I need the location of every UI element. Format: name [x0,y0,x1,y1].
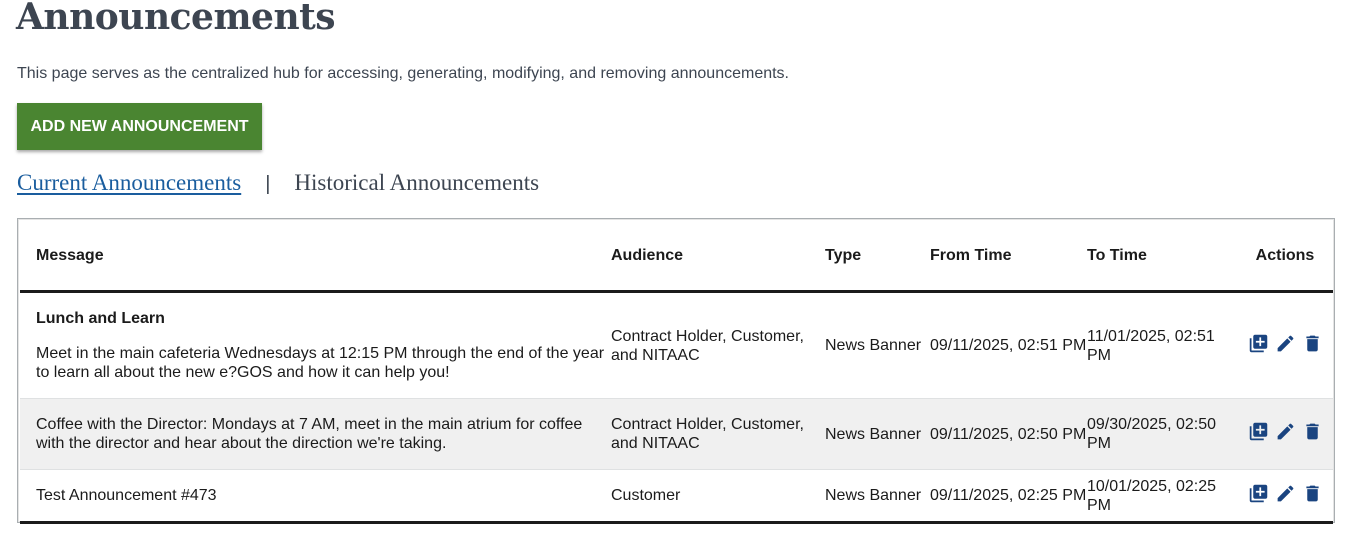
pencil-icon[interactable] [1275,421,1296,442]
table-row: Lunch and Learn Meet in the main cafeter… [20,292,1333,399]
header-to-time: To Time [1087,221,1237,293]
header-message: Message [20,221,611,293]
add-to-library-icon[interactable] [1248,333,1269,354]
add-to-library-icon[interactable] [1248,421,1269,442]
audience-cell: Customer [611,469,825,524]
message-cell: Coffee with the Director: Mondays at 7 A… [20,398,611,470]
from-time-cell: 09/11/2025, 02:50 PM [930,398,1087,470]
actions-cell [1237,469,1333,524]
trash-icon[interactable] [1302,333,1323,354]
pencil-icon[interactable] [1275,333,1296,354]
from-time-cell: 09/11/2025, 02:25 PM [930,469,1087,524]
table-row: Test Announcement #473 Customer News Ban… [20,469,1333,524]
to-time-cell: 10/01/2025, 02:25 PM [1087,469,1237,524]
actions-cell [1237,398,1333,470]
message-cell: Test Announcement #473 [20,469,611,524]
header-audience: Audience [611,221,825,293]
trash-icon[interactable] [1302,421,1323,442]
actions-cell [1237,292,1333,399]
trash-icon[interactable] [1302,483,1323,504]
tab-separator: | [265,173,271,195]
header-type: Type [825,221,930,293]
tab-current-announcements[interactable]: Current Announcements [17,170,241,196]
table-header-row: Message Audience Type From Time To Time … [20,221,1333,293]
type-cell: News Banner [825,337,922,354]
header-from-time: From Time [930,221,1087,293]
audience-cell: Contract Holder, Customer, and NITAAC [611,327,804,364]
tab-historical-announcements[interactable]: Historical Announcements [294,170,539,196]
message-title: Lunch and Learn [36,310,165,327]
add-new-announcement-button[interactable]: ADD NEW ANNOUNCEMENT [17,103,262,150]
message-cell: Lunch and Learn Meet in the main cafeter… [20,292,611,399]
page-title: Announcements [16,0,336,38]
type-cell: News Banner [825,469,930,524]
add-to-library-icon[interactable] [1248,483,1269,504]
page-intro: This page serves as the centralized hub … [17,65,789,82]
table-row: Coffee with the Director: Mondays at 7 A… [20,398,1333,470]
type-cell: News Banner [825,398,930,470]
from-time-cell: 09/11/2025, 02:51 PM [930,337,1087,354]
row-actions [1248,333,1323,354]
pencil-icon[interactable] [1275,483,1296,504]
announcements-table-container: Message Audience Type From Time To Time … [17,218,1335,524]
to-time-cell: 09/30/2025, 02:50 PM [1087,398,1237,470]
announcement-tabs: Current Announcements | Historical Annou… [17,170,539,196]
announcements-table: Message Audience Type From Time To Time … [20,221,1333,524]
message-text: Meet in the main cafeteria Wednesdays at… [36,345,605,381]
to-time-cell: 11/01/2025, 02:51 PM [1087,327,1215,364]
row-actions [1248,421,1323,442]
row-actions [1248,483,1323,504]
header-actions: Actions [1237,221,1333,293]
audience-cell: Contract Holder, Customer, and NITAAC [611,398,825,470]
